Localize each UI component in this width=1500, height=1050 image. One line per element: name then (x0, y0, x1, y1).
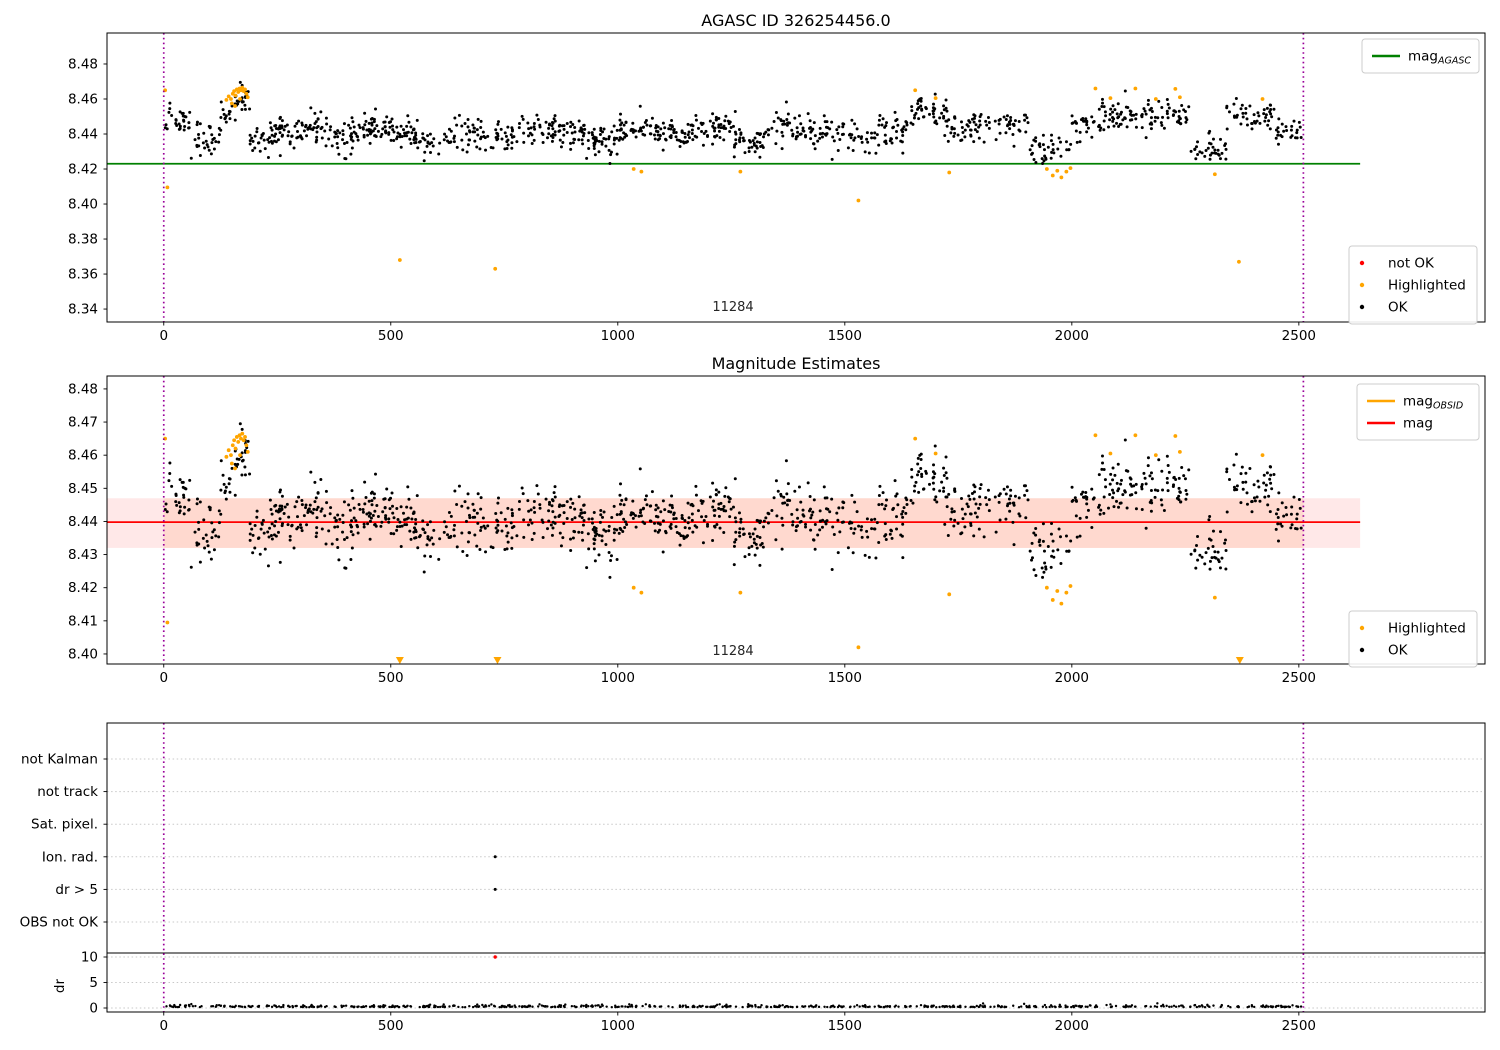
y-tick-label: 8.48 (68, 381, 98, 397)
y-axis-ticks: not Kalman not track Sat. pixel. Ion. rad. d… (20, 752, 107, 1017)
y-tick-label: 8.47 (68, 415, 98, 431)
y-tick-label: 8.44 (68, 127, 98, 143)
flag-row-label: dr > 5 (55, 882, 98, 898)
legend-dot-sample (1359, 304, 1365, 310)
x-axis-ticks: 0 500 1000 1500 2000 2500 (159, 1012, 1316, 1034)
flag-row-label: OBS not OK (20, 915, 100, 931)
legend-dot-sample (1359, 260, 1365, 266)
x-tick-label: 2000 (1055, 670, 1089, 686)
legend-label: mag (1403, 416, 1433, 432)
x-tick-label: 500 (378, 328, 404, 344)
flag-row-label: not track (37, 784, 98, 800)
y-tick-label: 8.48 (68, 56, 98, 72)
x-axis-ticks: 0 500 1000 1500 2000 2500 (159, 664, 1316, 686)
panel1-title: AGASC ID 326254456.0 (701, 11, 890, 30)
x-tick-label: 2500 (1282, 328, 1316, 344)
y-tick-label: 8.42 (68, 162, 98, 178)
panel2-obsid-label: 11284 (712, 644, 753, 659)
y-axis-ticks: 8.48 8.46 8.44 8.42 8.40 8.38 8.36 8.34 (68, 56, 107, 318)
flag-row-label: not Kalman (21, 752, 98, 768)
dr-points (165, 1002, 1303, 1009)
legend-label: OK (1388, 643, 1409, 659)
ok-points (163, 80, 1303, 166)
x-tick-label: 0 (159, 670, 168, 686)
clipped-low-markers (395, 657, 1244, 664)
legend-label: Highlighted (1388, 278, 1466, 294)
dr-tick-label: 5 (89, 975, 98, 991)
x-tick-label: 1000 (601, 328, 635, 344)
dr-outlier-not-ok (493, 955, 497, 959)
x-tick-label: 500 (378, 670, 404, 686)
flag-points (493, 855, 497, 891)
y-tick-label: 8.44 (68, 514, 98, 530)
x-tick-label: 1500 (828, 328, 862, 344)
legend-label: Highlighted (1388, 621, 1466, 637)
x-tick-label: 500 (378, 1018, 404, 1034)
panel-flags-dr: 0 500 1000 1500 2000 2500 not Kalman not track S… (20, 722, 1486, 1034)
legend-label: OK (1388, 300, 1409, 316)
x-tick-label: 2000 (1055, 1018, 1089, 1034)
legend-mag-agasc: magAGASC (1361, 38, 1480, 74)
x-tick-label: 2500 (1282, 670, 1316, 686)
x-tick-label: 1000 (601, 1018, 635, 1034)
flag-row-label: Ion. rad. (42, 849, 98, 865)
legend-point-status: not OK Highlighted OK (1348, 245, 1478, 325)
y-tick-label: 8.40 (68, 197, 98, 213)
x-tick-label: 1500 (828, 1018, 862, 1034)
y-tick-label: 8.45 (68, 481, 98, 497)
y-tick-label: 8.36 (68, 267, 98, 283)
panel-magnitude-estimates: 0 500 1000 1500 2000 2500 8.48 8.47 8.46 8.45 8.44… (68, 375, 1486, 686)
x-axis-ticks: 0 500 1000 1500 2000 2500 (159, 322, 1316, 344)
y-tick-label: 8.46 (68, 448, 98, 464)
legend-dot-sample (1359, 647, 1365, 653)
y-axis-ticks: 8.48 8.47 8.46 8.45 8.44 8.43 8.42 8.41 8.40 (68, 381, 107, 662)
y-tick-label: 8.40 (68, 646, 98, 662)
dr-tick-label: 10 (81, 950, 98, 966)
x-tick-label: 2500 (1282, 1018, 1316, 1034)
x-tick-label: 1000 (601, 670, 635, 686)
flag-gridlines (107, 758, 1485, 1009)
legend-label: not OK (1388, 256, 1435, 272)
panel1-obsid-label: 11284 (712, 300, 753, 315)
magnitude-plots-svg: 0 500 1000 1500 2000 25008.488.468.448.428.40… (20, 11, 1486, 1034)
legend-dot-sample (1359, 282, 1365, 288)
x-tick-label: 1500 (828, 670, 862, 686)
x-tick-label: 0 (159, 328, 168, 344)
y-tick-label: 8.42 (68, 580, 98, 596)
panel3-ylabel-dr: dr (52, 978, 68, 993)
y-tick-label: 8.43 (68, 547, 98, 563)
y-tick-label: 8.41 (68, 613, 98, 629)
dr-tick-label: 0 (89, 1001, 98, 1017)
y-tick-label: 8.46 (68, 91, 98, 107)
y-tick-label: 8.34 (68, 302, 98, 318)
x-tick-label: 2000 (1055, 328, 1089, 344)
panel-agasc-mag: 0 500 1000 1500 2000 2500 8.48 8.46 8.44 8.42 8.40… (68, 32, 1486, 344)
y-tick-label: 8.38 (68, 232, 98, 248)
x-tick-label: 0 (159, 1018, 168, 1034)
panel2-title: Magnitude Estimates (712, 354, 881, 373)
legend-point-status: Highlighted OK (1348, 610, 1478, 668)
legend-dot-sample (1359, 625, 1365, 631)
legend-mag-lines: magOBSIDmag (1356, 383, 1480, 441)
figure-canvas: 0 500 1000 1500 2000 2500 8.48 8.46 8.44 8.42 8.40… (0, 0, 1500, 1050)
flag-row-label: Sat. pixel. (31, 817, 98, 833)
